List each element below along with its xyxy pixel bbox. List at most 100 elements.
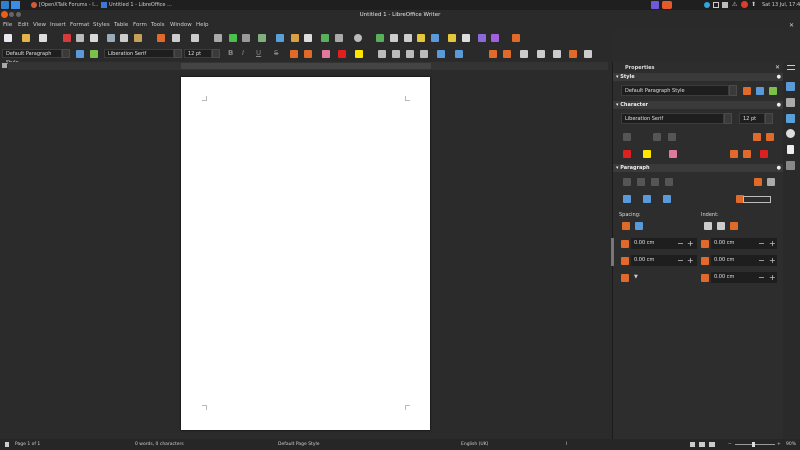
menu-help[interactable]: Help [196, 22, 209, 28]
line-spacing-sidebar-icon[interactable] [621, 274, 629, 282]
decrease-indent-sidebar-icon[interactable] [717, 222, 725, 230]
sidebar-subscript-icon[interactable] [743, 150, 751, 158]
style-section-header[interactable]: ▾ Style ● [613, 73, 784, 81]
style-section-more-icon[interactable]: ● [777, 73, 781, 81]
open-folder-icon[interactable] [22, 34, 30, 42]
line-spacing-dropdown[interactable]: ▼ [634, 272, 638, 283]
page-break-icon[interactable] [321, 34, 329, 42]
close-document-icon[interactable]: ✕ [789, 22, 794, 29]
insert-textbox-icon[interactable] [304, 34, 312, 42]
sidebar-bullets-icon[interactable] [623, 195, 631, 203]
font-name-dropdown[interactable] [174, 49, 182, 58]
decrease-indent-icon[interactable] [489, 50, 497, 58]
paragraph-style-dropdown[interactable] [62, 49, 70, 58]
horizontal-ruler[interactable] [2, 62, 608, 70]
page-tab-icon[interactable] [787, 145, 794, 154]
numbering-icon[interactable] [455, 50, 463, 58]
zoom-out-icon[interactable]: − [728, 442, 732, 447]
templates-icon[interactable] [39, 34, 47, 42]
spacing-below-plus-icon[interactable]: + [687, 255, 694, 266]
paragraph-style-select[interactable]: Default Paragraph Style [2, 49, 62, 66]
file-manager-icon[interactable] [11, 1, 20, 9]
indent-first-plus-icon[interactable]: + [769, 272, 776, 283]
menu-file[interactable]: File [3, 22, 12, 28]
strikethrough-icon[interactable]: S [274, 49, 278, 57]
sidebar-align-center-icon[interactable] [637, 178, 645, 186]
align-left-icon[interactable] [378, 50, 386, 58]
menu-tools[interactable]: Tools [151, 22, 165, 28]
sidebar-font-size-dropdown[interactable] [765, 113, 773, 124]
character-section-header[interactable]: ▾ Character ● [613, 101, 784, 109]
menu-window[interactable]: Window [170, 22, 192, 28]
app-tray-icon[interactable] [651, 1, 659, 9]
bookmark-icon[interactable] [417, 34, 425, 42]
navigator-tab-icon[interactable] [786, 129, 795, 138]
spelling-icon[interactable] [229, 34, 237, 42]
endnote-icon[interactable] [404, 34, 412, 42]
sidebar-ltr-icon[interactable] [754, 178, 762, 186]
upload-icon[interactable]: ⬆ [751, 1, 756, 8]
zoom-in-icon[interactable]: + [777, 442, 781, 447]
new-document-icon[interactable] [4, 34, 12, 42]
sidebar-new-style-icon[interactable] [756, 87, 764, 95]
copy-icon[interactable] [120, 34, 128, 42]
sidebar-style-options-icon[interactable] [769, 87, 777, 95]
undo-icon[interactable] [172, 34, 180, 42]
spacing-above-minus-icon[interactable]: − [677, 238, 684, 249]
sidebar-font-size-select[interactable]: 12 pt [739, 113, 765, 124]
text-direction-icon[interactable] [569, 50, 577, 58]
sidebar-font-name-dropdown[interactable] [724, 113, 732, 124]
special-character-icon[interactable] [354, 34, 362, 42]
ruler-tab-type-icon[interactable] [2, 63, 7, 68]
properties-tab-icon[interactable] [786, 82, 795, 91]
styles-tab-icon[interactable] [786, 98, 795, 107]
insert-chart-icon[interactable] [291, 34, 299, 42]
sidebar-paragraph-style-dropdown[interactable] [729, 85, 737, 96]
sidebar-resize-handle[interactable] [611, 238, 614, 266]
first-line-indent-field[interactable]: 0.00 cm [711, 272, 777, 283]
font-color-icon[interactable] [338, 50, 346, 58]
character-section-more-icon[interactable]: ● [777, 101, 781, 109]
menu-view[interactable]: View [33, 22, 46, 28]
menu-form[interactable]: Form [133, 22, 147, 28]
font-name-select[interactable]: Liberation Serif [104, 49, 174, 58]
formatting-marks-icon[interactable] [242, 34, 250, 42]
spacing-above-plus-icon[interactable]: + [687, 238, 694, 249]
increase-indent-sidebar-icon[interactable] [704, 222, 712, 230]
taskbar-item-writer[interactable]: Untitled 1 - LibreOffice ... [109, 1, 172, 9]
sidebar-bold-icon[interactable] [623, 133, 631, 141]
increase-spacing-icon[interactable] [622, 222, 630, 230]
fruit-tray-icon[interactable] [741, 1, 748, 8]
page-style-status[interactable]: Default Page Style [278, 442, 320, 447]
book-view-icon[interactable] [709, 442, 715, 447]
decrease-spacing-icon[interactable] [635, 222, 643, 230]
zoom-slider[interactable] [735, 444, 775, 445]
sidebar-close-icon[interactable]: ✕ [775, 64, 780, 71]
paragraph-section-header[interactable]: ▾ Paragraph ● [613, 164, 784, 172]
sidebar-font-color-icon[interactable] [623, 150, 631, 158]
sidebar-justify-icon[interactable] [665, 178, 673, 186]
clone-formatting-icon[interactable] [157, 34, 165, 42]
insert-field-icon[interactable] [335, 34, 343, 42]
volume-icon[interactable] [722, 2, 728, 8]
page-count-status[interactable]: Page 1 of 1 [15, 442, 40, 447]
sidebar-paragraph-style-select[interactable]: Default Paragraph Style [621, 85, 729, 96]
warning-icon[interactable]: ⚠ [732, 2, 737, 8]
font-size-dropdown[interactable] [212, 49, 220, 58]
align-center-icon[interactable] [392, 50, 400, 58]
bold-icon[interactable]: B [228, 49, 233, 57]
multi-page-view-icon[interactable] [699, 442, 705, 447]
sidebar-rtl-icon[interactable] [767, 178, 775, 186]
gallery-tab-icon[interactable] [786, 114, 795, 123]
cut-icon[interactable] [107, 34, 115, 42]
hyperlink-icon[interactable] [376, 34, 384, 42]
menu-edit[interactable]: Edit [18, 22, 29, 28]
insert-table-icon[interactable] [258, 34, 266, 42]
sidebar-shrink-font-icon[interactable] [766, 133, 774, 141]
paragraph-increase-icon[interactable] [553, 50, 561, 58]
paragraph-section-more-icon[interactable]: ● [777, 164, 781, 172]
new-style-icon[interactable] [90, 50, 98, 58]
word-count-status[interactable]: 0 words, 0 characters [135, 442, 184, 447]
sidebar-spacing-icon[interactable] [760, 150, 768, 158]
menu-insert[interactable]: Insert [50, 22, 66, 28]
